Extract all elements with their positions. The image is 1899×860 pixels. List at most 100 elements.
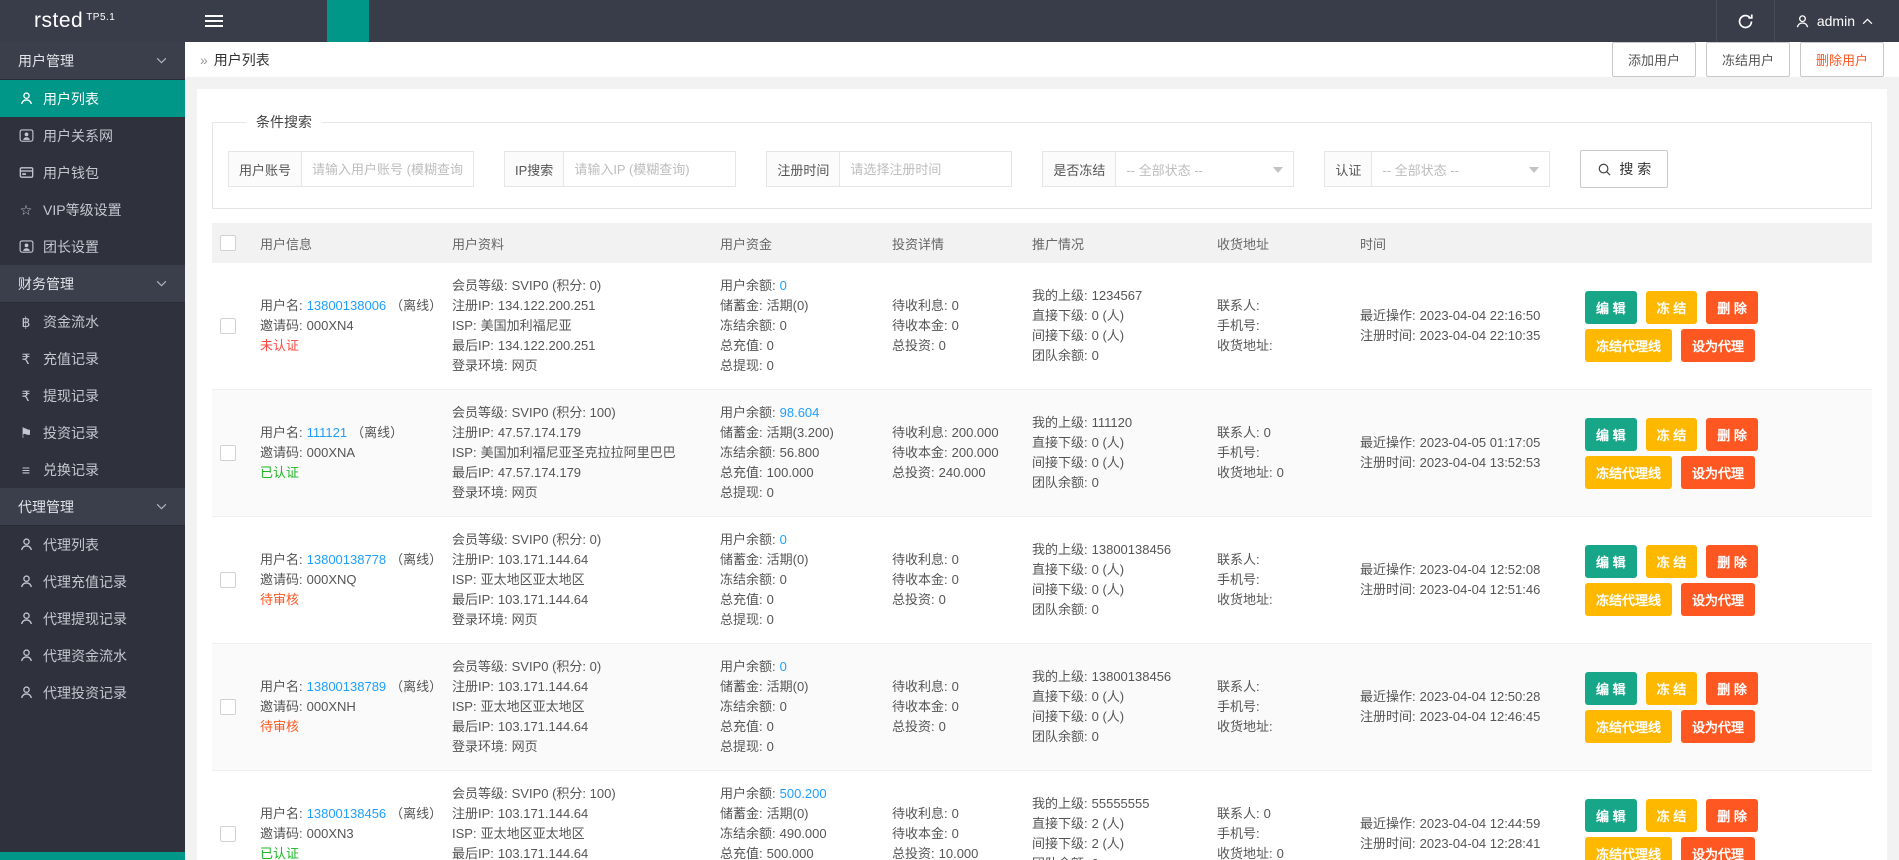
sidebar-item[interactable]: ☆ VIP等级设置 (0, 191, 185, 228)
sidebar-item[interactable]: ≡ 兑换记录 (0, 451, 185, 488)
auth-filter-select[interactable]: -- 全部状态 -- (1372, 151, 1550, 187)
edit-button[interactable]: 编 辑 (1585, 799, 1637, 832)
table-row: 用户名:13800138778（离线） 邀请码:000XNQ 待审核 会员等级:… (212, 517, 1872, 644)
auth-status-badge: 已认证 (260, 844, 436, 860)
sidebar-item[interactable]: ฿ 资金流水 (0, 303, 185, 340)
navbar-item[interactable] (411, 0, 453, 42)
navbar-item[interactable] (243, 0, 285, 42)
freeze-button[interactable]: 冻 结 (1646, 672, 1698, 705)
freeze-agent-line-button[interactable]: 冻结代理线 (1585, 837, 1672, 860)
sidebar-item[interactable]: ₹ 提现记录 (0, 377, 185, 414)
online-status: （离线） (390, 806, 436, 821)
set-agent-button[interactable]: 设为代理 (1681, 837, 1755, 860)
delete-button[interactable]: 删 除 (1706, 799, 1758, 832)
navbar-item[interactable] (495, 0, 537, 42)
username-link[interactable]: 13800138778 (307, 552, 387, 567)
ip-search-input[interactable] (564, 151, 736, 187)
online-status: （离线） (351, 425, 403, 440)
freeze-agent-line-button[interactable]: 冻结代理线 (1585, 329, 1672, 362)
balance-link[interactable]: 500.200 (780, 786, 827, 801)
col-header-user-funds: 用户资金 (712, 223, 884, 263)
menu-collapse-button[interactable] (185, 0, 243, 42)
edit-button[interactable]: 编 辑 (1585, 672, 1637, 705)
navbar-item[interactable] (327, 0, 369, 42)
username-link[interactable]: 111121 (307, 425, 348, 440)
freeze-agent-line-button[interactable]: 冻结代理线 (1585, 583, 1672, 616)
ip-search-label: IP搜索 (504, 151, 564, 187)
person-icon (18, 648, 34, 664)
online-status: （离线） (390, 298, 436, 313)
freeze-agent-line-button[interactable]: 冻结代理线 (1585, 456, 1672, 489)
sidebar-item[interactable]: 代理提现记录 (0, 600, 185, 637)
set-agent-button[interactable]: 设为代理 (1681, 329, 1755, 362)
navbar-item[interactable] (369, 0, 411, 42)
sidebar-item[interactable]: 代理投资记录 (0, 674, 185, 711)
table-row: 用户名:13800138456（离线） 邀请码:000XN3 已认证 会员等级:… (212, 771, 1872, 860)
regtime-search-input[interactable] (840, 151, 1012, 187)
sidebar-item[interactable]: 代理充值记录 (0, 563, 185, 600)
edit-button[interactable]: 编 辑 (1585, 545, 1637, 578)
balance-link[interactable]: 0 (780, 532, 787, 547)
refresh-button[interactable] (1716, 0, 1774, 42)
account-search-input[interactable] (302, 151, 474, 187)
freeze-button[interactable]: 冻 结 (1646, 418, 1698, 451)
delete-user-button[interactable]: 删除用户 (1800, 42, 1884, 77)
sidebar-item-label: 代理资金流水 (43, 646, 127, 666)
delete-button[interactable]: 删 除 (1706, 545, 1758, 578)
sidebar-item[interactable]: ⚑ 投资记录 (0, 414, 185, 451)
delete-button[interactable]: 删 除 (1706, 291, 1758, 324)
freeze-button[interactable]: 冻 结 (1646, 291, 1698, 324)
set-agent-button[interactable]: 设为代理 (1681, 583, 1755, 616)
navbar-item[interactable] (453, 0, 495, 42)
delete-button[interactable]: 删 除 (1706, 418, 1758, 451)
sidebar-item-label: VIP等级设置 (43, 200, 122, 220)
sidebar-item-label: 代理提现记录 (43, 609, 127, 629)
row-checkbox[interactable] (220, 445, 236, 461)
rupee-icon: ₹ (18, 351, 34, 367)
delete-button[interactable]: 删 除 (1706, 672, 1758, 705)
auth-status-badge: 待审核 (260, 717, 436, 737)
row-checkbox[interactable] (220, 826, 236, 842)
sidebar-item[interactable]: 用户钱包 (0, 154, 185, 191)
table-header-row: 用户信息 用户资料 用户资金 投资详情 推广情况 收货地址 时间 (212, 223, 1872, 263)
username-link[interactable]: 13800138456 (307, 806, 387, 821)
sidebar-item[interactable]: 代理列表 (0, 526, 185, 563)
row-checkbox[interactable] (220, 572, 236, 588)
sidebar-section-label: 用户管理 (18, 51, 74, 71)
sidebar-item[interactable]: 用户列表 (0, 80, 185, 117)
sidebar-item-label: 资金流水 (43, 312, 99, 332)
balance-link[interactable]: 0 (780, 659, 787, 674)
username-link[interactable]: 13800138006 (307, 298, 387, 313)
edit-button[interactable]: 编 辑 (1585, 418, 1637, 451)
sidebar-section-header[interactable]: 用户管理 (0, 42, 185, 80)
username-link[interactable]: 13800138789 (307, 679, 387, 694)
select-all-checkbox[interactable] (220, 235, 236, 251)
sidebar-item[interactable]: 代理资金流水 (0, 637, 185, 674)
row-checkbox[interactable] (220, 318, 236, 334)
search-panel: 条件搜索 用户账号 IP搜索 注册时间 是否冻结 (212, 112, 1872, 209)
sidebar-item[interactable]: 用户关系网 (0, 117, 185, 154)
freeze-button[interactable]: 冻 结 (1646, 545, 1698, 578)
sidebar-partial-item[interactable] (0, 852, 185, 860)
sidebar-section-header[interactable]: 财务管理 (0, 265, 185, 303)
row-checkbox[interactable] (220, 699, 236, 715)
freeze-button[interactable]: 冻 结 (1646, 799, 1698, 832)
set-agent-button[interactable]: 设为代理 (1681, 456, 1755, 489)
set-agent-button[interactable]: 设为代理 (1681, 710, 1755, 743)
freeze-user-button[interactable]: 冻结用户 (1706, 42, 1790, 77)
navbar-item[interactable] (285, 0, 327, 42)
sidebar-section-header[interactable]: 代理管理 (0, 488, 185, 526)
add-user-button[interactable]: 添加用户 (1612, 42, 1696, 77)
top-nav-menu (243, 0, 537, 42)
frozen-filter-select[interactable]: -- 全部状态 -- (1116, 151, 1294, 187)
edit-button[interactable]: 编 辑 (1585, 291, 1637, 324)
search-button[interactable]: 搜 索 (1580, 150, 1668, 188)
balance-link[interactable]: 0 (780, 278, 787, 293)
sidebar-item[interactable]: ₹ 充值记录 (0, 340, 185, 377)
freeze-agent-line-button[interactable]: 冻结代理线 (1585, 710, 1672, 743)
sidebar-item-label: 投资记录 (43, 423, 99, 443)
sidebar: 用户管理 用户列表 用户关系网 用户钱包 ☆ VIP等级设置 团长设置 财务管理… (0, 42, 185, 860)
balance-link[interactable]: 98.604 (780, 405, 820, 420)
sidebar-item[interactable]: 团长设置 (0, 228, 185, 265)
admin-menu[interactable]: admin (1774, 0, 1899, 42)
